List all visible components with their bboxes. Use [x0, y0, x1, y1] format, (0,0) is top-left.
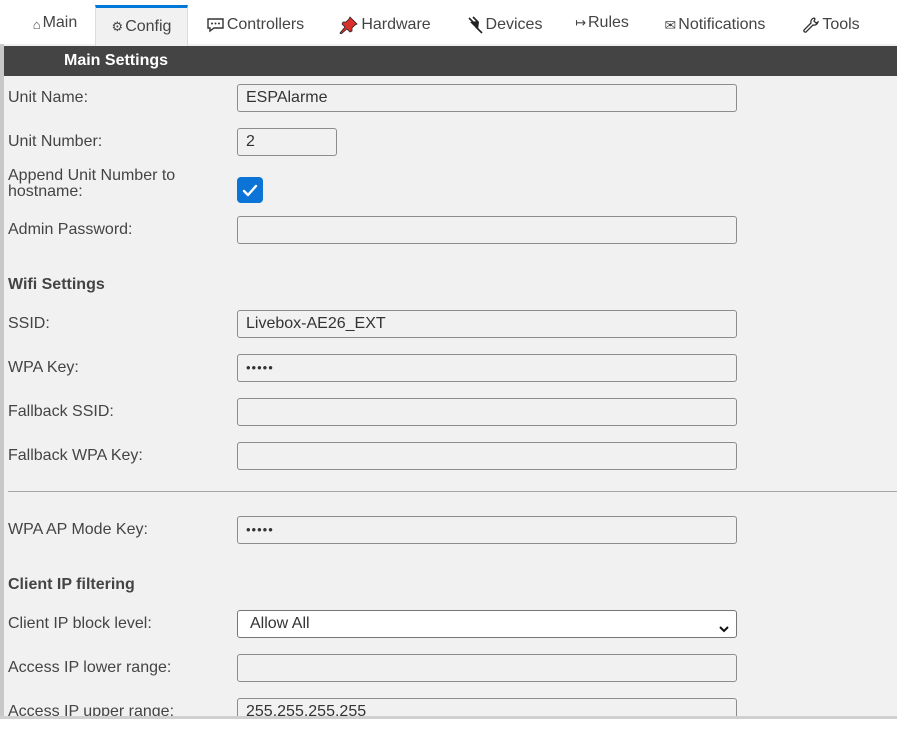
wpa-ap-key-label: WPA AP Mode Key:: [8, 521, 148, 538]
ssid-label: SSID:: [8, 315, 50, 332]
ip-upper-input[interactable]: 255.255.255.255: [237, 698, 737, 716]
tab-label: Config: [125, 18, 172, 35]
envelope-icon: ✉: [664, 16, 677, 33]
tab-label: Main: [42, 14, 78, 31]
tab-bar: ⌂ Main ⚙ Config Controllers Hardware Dev…: [0, 0, 897, 46]
tab-label: Hardware: [361, 16, 431, 33]
tab-tools[interactable]: Tools: [798, 6, 864, 44]
chevron-down-icon: [718, 618, 730, 644]
ip-upper-label: Access IP upper range:: [8, 703, 175, 716]
fallback-ssid-label: Fallback SSID:: [8, 403, 114, 420]
pin-icon: [339, 16, 359, 34]
section-title: Main Settings: [64, 52, 169, 69]
bottom-bar: [0, 716, 897, 733]
fallback-wpa-label: Fallback WPA Key:: [8, 447, 143, 464]
section-header: Main Settings: [4, 46, 897, 76]
gear-icon: ⚙: [111, 19, 124, 34]
unit-number-label: Unit Number:: [8, 133, 103, 150]
fallback-ssid-input[interactable]: [237, 398, 737, 426]
ip-block-level-select[interactable]: Allow All: [237, 610, 737, 638]
client-ip-heading: Client IP filtering: [8, 576, 135, 593]
home-icon: ⌂: [32, 16, 41, 32]
arrow-icon: ↦: [575, 15, 586, 30]
tab-hardware[interactable]: Hardware: [334, 6, 436, 44]
tab-label: Notifications: [678, 16, 766, 33]
admin-password-label: Admin Password:: [8, 221, 133, 238]
tab-main[interactable]: ⌂ Main: [20, 6, 90, 44]
tab-config[interactable]: ⚙ Config: [95, 5, 188, 46]
wifi-settings-heading: Wifi Settings: [8, 276, 105, 293]
append-unit-checkbox[interactable]: [237, 177, 263, 203]
tab-rules[interactable]: ↦ Rules: [570, 6, 634, 44]
unit-name-label: Unit Name:: [8, 89, 89, 106]
divider: [8, 491, 897, 492]
append-unit-label: Append Unit Number to hostname:: [8, 167, 176, 200]
tab-label: Tools: [822, 16, 860, 33]
select-value: Allow All: [250, 615, 310, 632]
tab-label: Devices: [485, 16, 543, 33]
tab-label: Rules: [588, 14, 629, 31]
fallback-wpa-input[interactable]: [237, 442, 737, 470]
tab-notifications[interactable]: ✉ Notifications: [660, 6, 770, 44]
wrench-icon: [802, 16, 820, 34]
config-panel: Main Settings Unit Name: ESPAlarme Unit …: [0, 44, 897, 716]
ip-lower-input[interactable]: [237, 654, 737, 682]
unit-number-input[interactable]: 2: [237, 128, 337, 156]
admin-password-input[interactable]: [237, 216, 737, 244]
plug-icon: [466, 16, 484, 34]
tab-devices[interactable]: Devices: [462, 6, 546, 44]
tab-controllers[interactable]: Controllers: [200, 6, 310, 44]
ip-lower-label: Access IP lower range:: [8, 659, 172, 676]
unit-name-input[interactable]: ESPAlarme: [237, 84, 737, 112]
tab-label: Controllers: [226, 16, 305, 33]
checkmark-icon: [242, 184, 258, 196]
ssid-input[interactable]: Livebox-AE26_EXT: [237, 310, 737, 338]
ip-block-level-label: Client IP block level:: [8, 615, 152, 632]
wpa-key-label: WPA Key:: [8, 359, 79, 376]
wpa-key-input[interactable]: •••••: [237, 354, 737, 382]
chat-icon: [206, 17, 225, 33]
wpa-ap-key-input[interactable]: •••••: [237, 516, 737, 544]
